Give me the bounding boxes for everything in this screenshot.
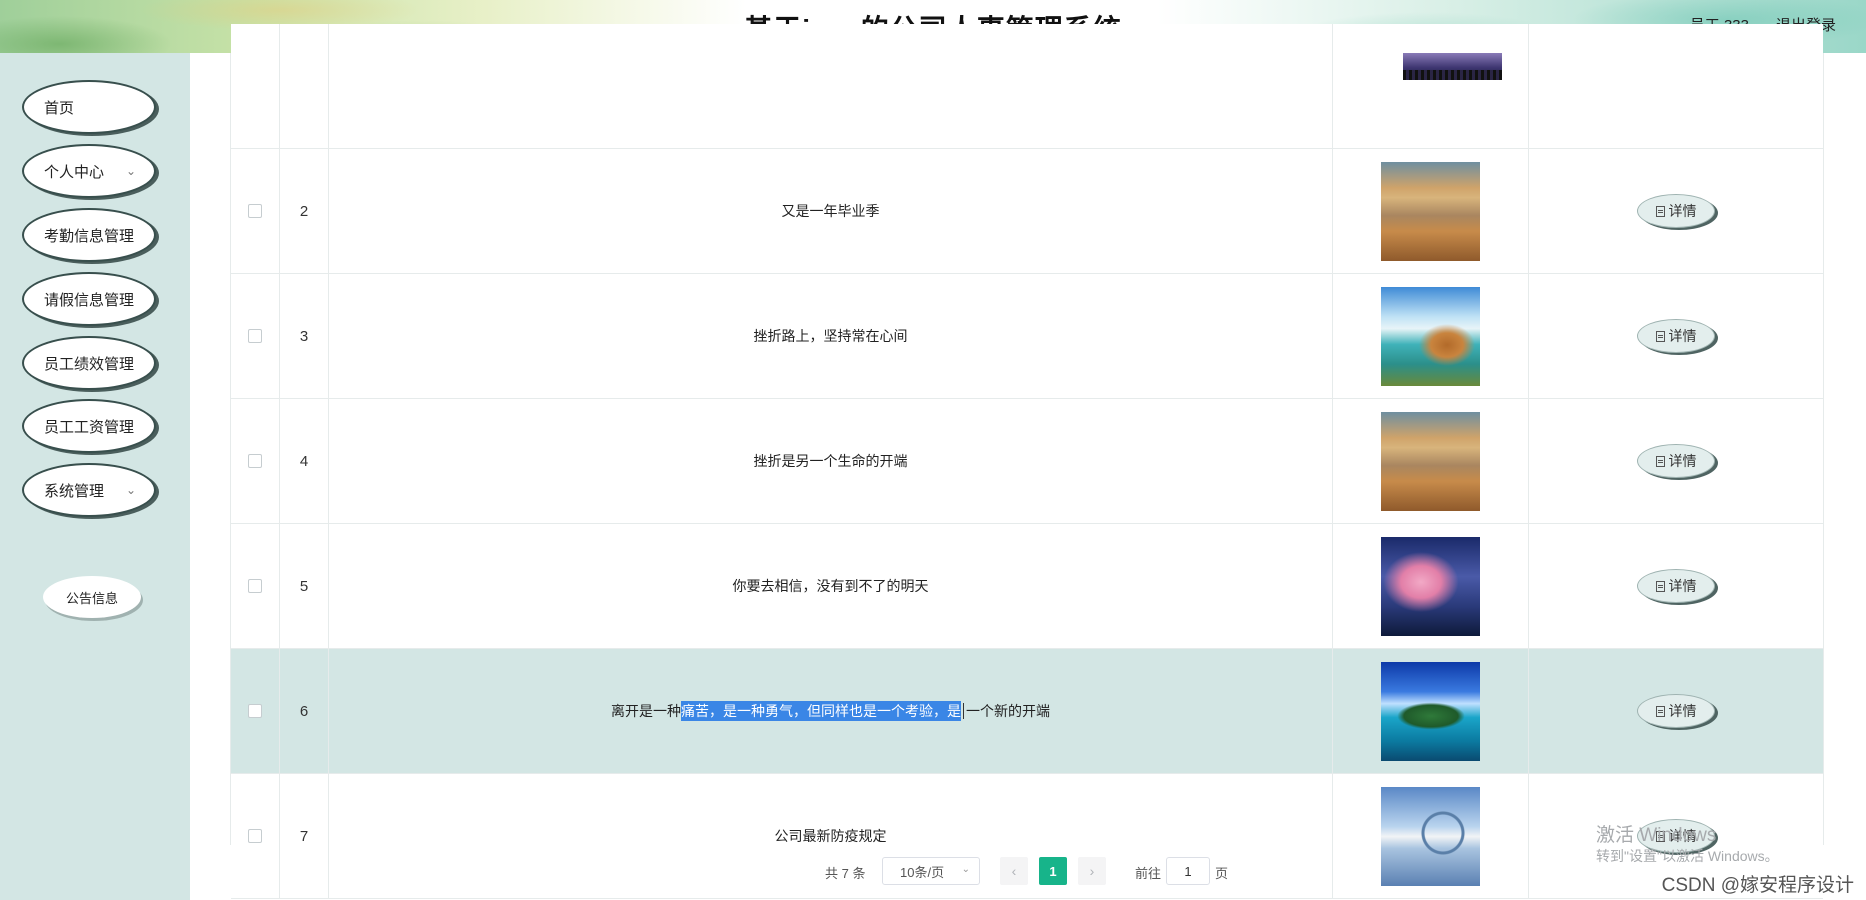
row-index: 5 xyxy=(280,524,329,648)
chevron-down-icon: ⌄ xyxy=(125,164,136,178)
document-icon xyxy=(1655,705,1665,717)
announcement-table: 2 又是一年毕业季 详情 3 挫折路上，坚持常在心间 详情 4 挫折是另一个生命… xyxy=(230,24,1824,899)
sidebar-item-label: 员工工资管理 xyxy=(44,418,135,436)
table-row: 4 挫折是另一个生命的开端 详情 xyxy=(231,399,1823,524)
row-index: 2 xyxy=(280,149,329,273)
text-cursor-icon xyxy=(963,703,964,719)
pink-sky-image xyxy=(1381,536,1480,636)
page-size-value: 10条/页 xyxy=(900,864,945,880)
title-text-part: 一个新的开端 xyxy=(966,703,1050,719)
title-text-part: 离开是一种 xyxy=(611,703,681,719)
detail-button[interactable]: 详情 xyxy=(1637,444,1715,478)
row-index: 4 xyxy=(280,399,329,523)
sidebar-item-label: 个人中心 xyxy=(44,163,105,181)
detail-button-label: 详情 xyxy=(1668,328,1697,344)
row-index: 3 xyxy=(280,274,329,398)
row-checkbox[interactable] xyxy=(248,454,262,468)
sidebar-item-system[interactable]: 系统管理 ⌄ xyxy=(22,463,156,517)
page-size-select[interactable]: 10条/页 ⌄ xyxy=(882,857,980,885)
sidebar-item-personal-center[interactable]: 个人中心 ⌄ xyxy=(22,144,156,198)
goto-label: 前往 xyxy=(1135,866,1162,881)
page-number-current[interactable]: 1 xyxy=(1039,857,1067,885)
windows-activation-title: 激活 Windows xyxy=(1596,825,1717,846)
image-thumbnail xyxy=(1403,53,1502,80)
row-index: 6 xyxy=(280,649,329,773)
document-icon xyxy=(1655,580,1665,592)
document-icon xyxy=(1655,330,1665,342)
sidebar-item-label: 考勤信息管理 xyxy=(44,227,135,245)
sidebar-item-leave[interactable]: 请假信息管理 xyxy=(22,272,156,326)
detail-button-label: 详情 xyxy=(1668,203,1697,219)
document-icon xyxy=(1655,455,1665,467)
prev-page-button[interactable]: ‹ xyxy=(1000,857,1028,885)
sidebar-item-home[interactable]: 首页 xyxy=(22,80,156,134)
sidebar-item-performance[interactable]: 员工绩效管理 xyxy=(22,336,156,390)
document-icon xyxy=(1655,205,1665,217)
goto-page-input[interactable] xyxy=(1166,857,1210,885)
goto-suffix: 页 xyxy=(1215,866,1229,881)
chevron-left-icon: ‹ xyxy=(1011,863,1017,879)
row-checkbox[interactable] xyxy=(248,329,262,343)
detail-button[interactable]: 详情 xyxy=(1637,694,1715,728)
pagination-total: 共 7 条 xyxy=(825,866,866,881)
chevron-down-icon: ⌄ xyxy=(125,483,136,497)
sidebar-item-label: 请假信息管理 xyxy=(44,291,135,309)
next-page-button[interactable]: › xyxy=(1078,857,1106,885)
row-checkbox[interactable] xyxy=(248,204,262,218)
sidebar-item-attendance[interactable]: 考勤信息管理 xyxy=(22,208,156,262)
beach-hut-image xyxy=(1381,286,1480,386)
selected-text: 痛苦，是一种勇气，但同样也是一个考验，是 xyxy=(681,701,961,721)
detail-button-label: 详情 xyxy=(1668,453,1697,469)
detail-button[interactable]: 详情 xyxy=(1637,319,1715,353)
row-title: 又是一年毕业季 xyxy=(329,149,1333,273)
chevron-right-icon: › xyxy=(1089,863,1095,879)
chevron-down-icon: ⌄ xyxy=(961,864,970,875)
row-title: 离开是一种 痛苦，是一种勇气，但同样也是一个考验，是 一个新的开端 xyxy=(329,649,1333,773)
windows-activation-subtitle: 转到"设置"以激活 Windows。 xyxy=(1596,848,1779,864)
island-image xyxy=(1381,661,1480,761)
sunset-image xyxy=(1381,411,1480,511)
sidebar-item-salary[interactable]: 员工工资管理 xyxy=(22,399,156,453)
table-row: 5 你要去相信，没有到不了的明天 详情 xyxy=(231,524,1823,649)
row-checkbox[interactable] xyxy=(248,829,262,843)
table-row-partial xyxy=(231,24,1823,149)
sidebar-item-label: 首页 xyxy=(44,99,75,117)
row-title: 你要去相信，没有到不了的明天 xyxy=(329,524,1333,648)
table-row: 2 又是一年毕业季 详情 xyxy=(231,149,1823,274)
detail-button-label: 详情 xyxy=(1668,578,1697,594)
sidebar: 首页 个人中心 ⌄ 考勤信息管理 请假信息管理 员工绩效管理 员工工资管理 系统… xyxy=(0,53,190,900)
row-checkbox[interactable] xyxy=(248,579,262,593)
sidebar-item-label: 员工绩效管理 xyxy=(44,355,135,373)
detail-button-label: 详情 xyxy=(1668,703,1697,719)
csdn-watermark: CSDN @嫁安程序设计 xyxy=(1661,875,1854,896)
sidebar-subitem-announcements[interactable]: 公告信息 xyxy=(43,576,141,618)
sidebar-item-label: 系统管理 xyxy=(44,482,105,500)
table-row: 3 挫折路上，坚持常在心间 详情 xyxy=(231,274,1823,399)
table-row-highlighted: 6 离开是一种 痛苦，是一种勇气，但同样也是一个考验，是 一个新的开端 详情 xyxy=(231,649,1823,774)
detail-button[interactable]: 详情 xyxy=(1637,569,1715,603)
sunset-image xyxy=(1381,161,1480,261)
detail-button[interactable]: 详情 xyxy=(1637,194,1715,228)
row-title: 挫折路上，坚持常在心间 xyxy=(329,274,1333,398)
row-checkbox[interactable] xyxy=(248,704,262,718)
pagination: 共 7 条 10条/页 ⌄ ‹ 1 › 前往 页 xyxy=(0,857,1866,885)
row-title: 挫折是另一个生命的开端 xyxy=(329,399,1333,523)
